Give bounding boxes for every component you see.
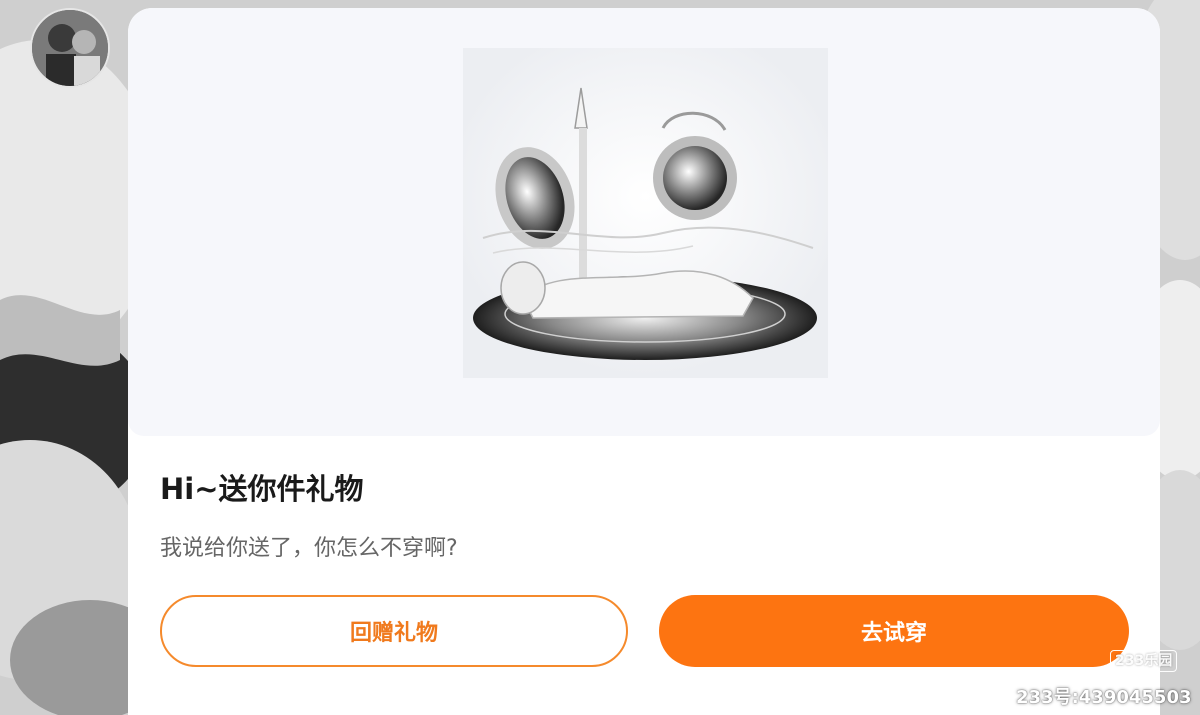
return-gift-button[interactable]: 回赠礼物 (160, 595, 628, 667)
screen: Hi~送你件礼物 我说给你送了，你怎么不穿啊? 回赠礼物 去试穿 233乐园 2… (0, 0, 1200, 715)
gift-dialog: Hi~送你件礼物 我说给你送了，你怎么不穿啊? 回赠礼物 去试穿 (128, 8, 1160, 715)
dialog-title: Hi~送你件礼物 (160, 472, 364, 506)
try-on-button[interactable]: 去试穿 (659, 595, 1129, 667)
avatar[interactable] (30, 8, 110, 88)
gift-preview-area (128, 8, 1160, 436)
dialog-message: 我说给你送了，你怎么不穿啊? (160, 536, 458, 561)
watermark-logo: 233乐园 (1110, 650, 1178, 672)
gift-item-image (463, 48, 828, 378)
avatar-image (32, 10, 108, 86)
watermark-id-text: 233号:439045503 (1016, 687, 1192, 708)
